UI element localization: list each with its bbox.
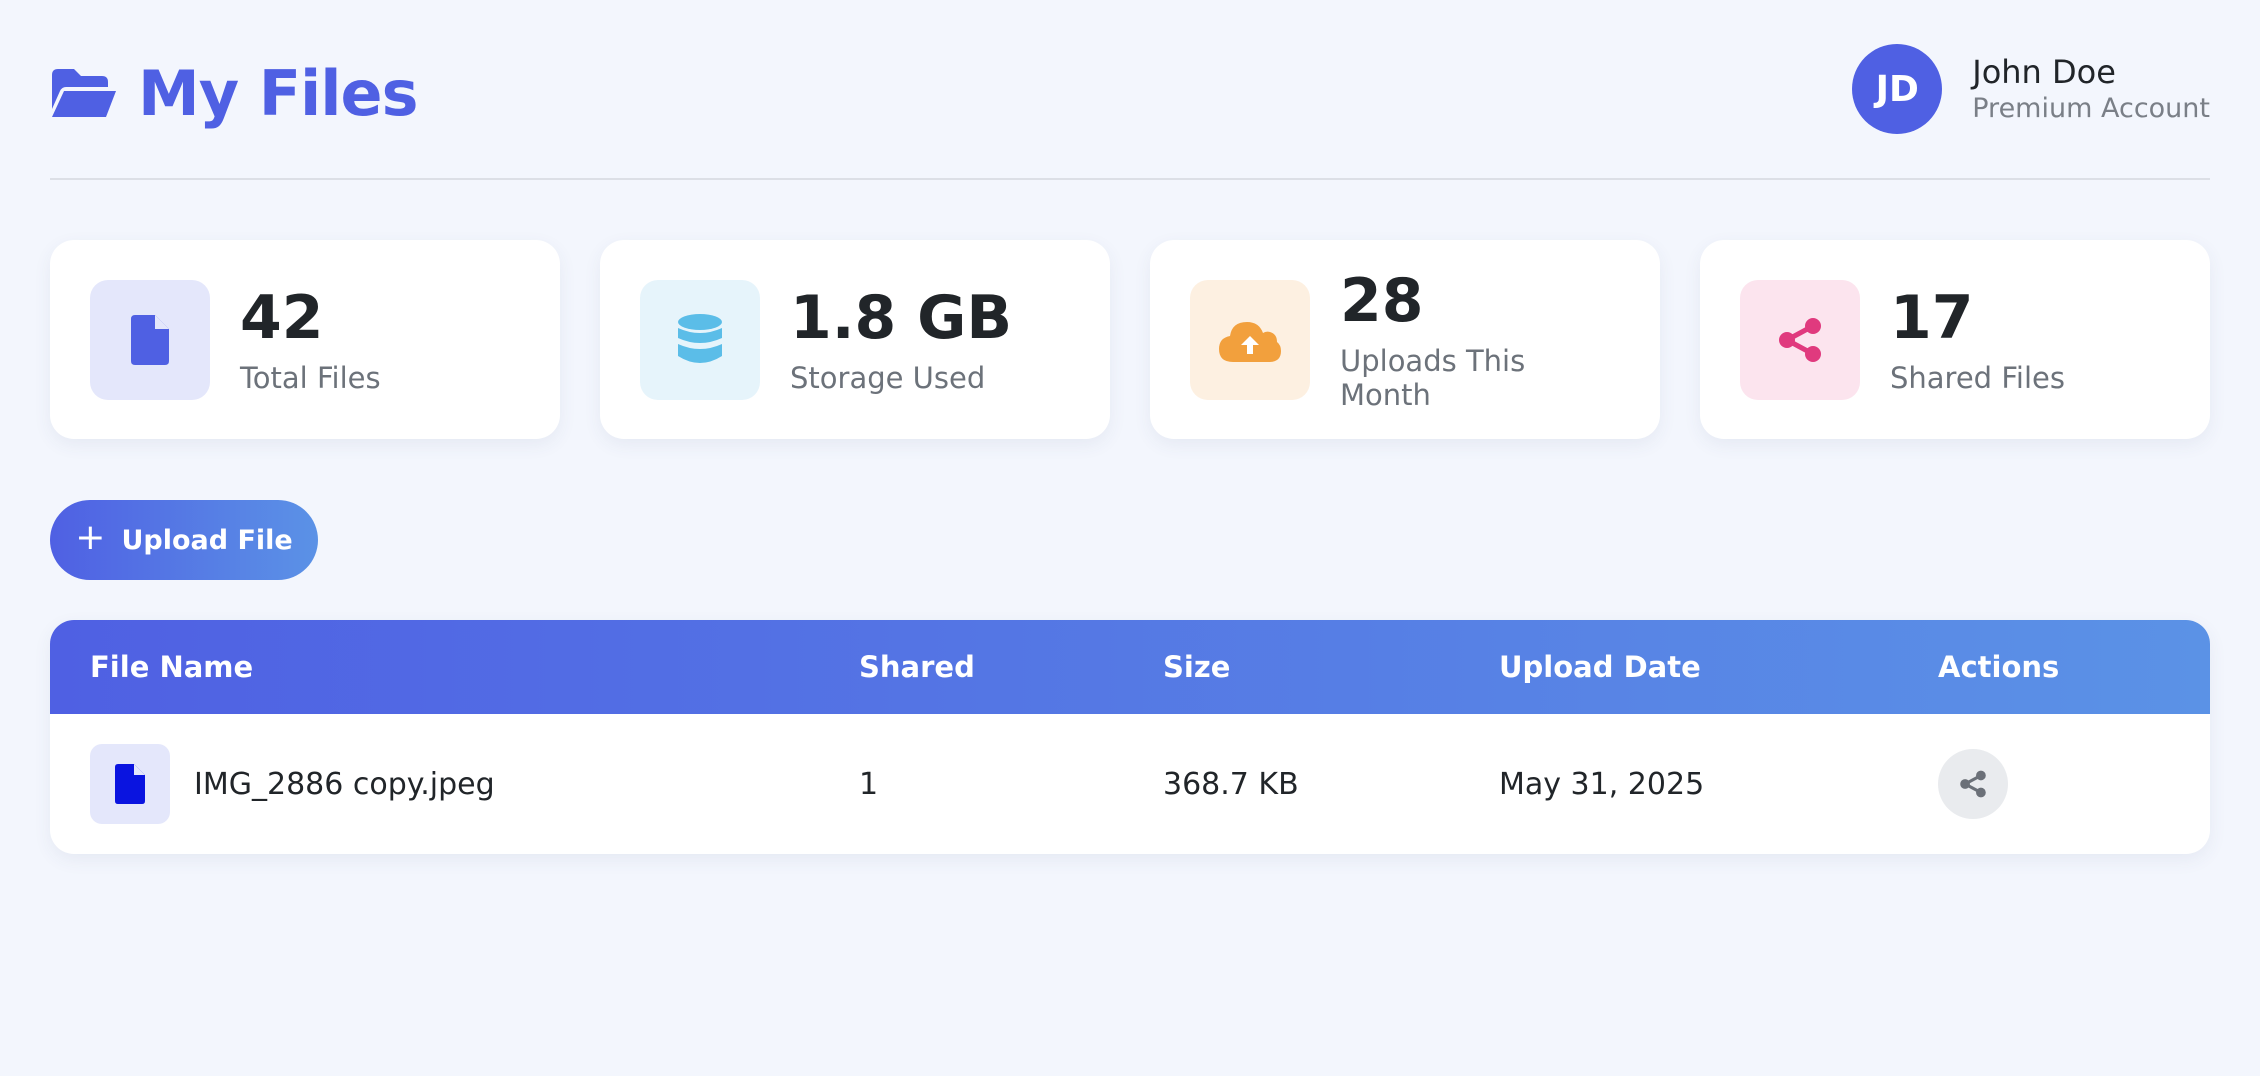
file-size: 368.7 KB (1163, 766, 1299, 802)
stat-text: 1.8 GB Storage Used (790, 285, 1012, 395)
table-header: File Name Shared Size Upload Date Action… (50, 620, 2210, 714)
stat-value: 17 (1890, 282, 1974, 353)
file-name-cell[interactable]: IMG_2886 copy.jpeg (90, 744, 859, 824)
folder-open-icon (52, 69, 116, 117)
plus-icon: + (75, 517, 106, 558)
user-name: John Doe (1972, 53, 2116, 91)
shared-count: 1 (859, 766, 879, 802)
stat-value: 42 (240, 282, 324, 353)
upload-button-label: Upload File (121, 524, 293, 556)
actions-cell (1938, 749, 2210, 819)
stat-label: Uploads This Month (1340, 343, 1526, 412)
upload-date: May 31, 2025 (1499, 766, 1705, 802)
header: My Files JD John Doe Premium Account (50, 0, 2210, 180)
stat-text: 42 Total Files (240, 285, 381, 395)
brand: My Files (50, 49, 419, 130)
column-header-upload-date[interactable]: Upload Date (1499, 650, 1938, 684)
user-profile[interactable]: JD John Doe Premium Account (1852, 44, 2210, 134)
column-header-actions: Actions (1938, 650, 2060, 684)
database-icon (678, 313, 722, 363)
page-title: My Files (138, 56, 419, 130)
cloud-upload-icon (1219, 321, 1281, 362)
stat-icon-box (1740, 279, 1860, 400)
share-file-button[interactable] (1938, 749, 2008, 819)
user-plan: Premium Account (1972, 93, 2210, 124)
stat-value: 1.8 GB (790, 282, 1013, 353)
avatar[interactable]: JD (1852, 44, 1943, 134)
stats-row: 42 Total Files 1.8 GB Storage Used 28 Up… (50, 240, 2210, 439)
page: My Files JD John Doe Premium Account 42 … (0, 0, 2260, 1076)
stat-card-uploads-this-month: 28 Uploads This Month (1150, 240, 1660, 439)
table-row[interactable]: IMG_2886 copy.jpeg 1 368.7 KB May 31, 20… (50, 714, 2210, 854)
column-header-file-name[interactable]: File Name (90, 650, 859, 684)
stat-text: 28 Uploads This Month (1340, 268, 1620, 412)
file-icon (115, 764, 145, 804)
share-icon (1779, 317, 1821, 362)
stat-card-storage-used: 1.8 GB Storage Used (600, 240, 1110, 439)
stat-card-shared-files: 17 Shared Files (1700, 240, 2210, 439)
stat-label: Total Files (240, 360, 381, 395)
user-info: John Doe Premium Account (1972, 52, 2210, 126)
stat-icon-box (1190, 279, 1310, 400)
file-icon (131, 314, 169, 365)
stat-text: 17 Shared Files (1890, 285, 2065, 395)
stat-card-total-files: 42 Total Files (50, 240, 560, 439)
column-header-shared[interactable]: Shared (859, 650, 1163, 684)
stat-value: 28 (1340, 265, 1424, 336)
file-type-icon-box (90, 744, 170, 824)
upload-file-button[interactable]: + Upload File (50, 500, 318, 580)
stat-label: Shared Files (1890, 360, 2065, 395)
share-icon (1960, 770, 1986, 798)
column-header-size[interactable]: Size (1163, 650, 1499, 684)
file-name[interactable]: IMG_2886 copy.jpeg (194, 767, 495, 802)
stat-icon-box (640, 279, 760, 400)
stat-icon-box (90, 279, 210, 400)
stat-label: Storage Used (790, 360, 986, 395)
files-table: File Name Shared Size Upload Date Action… (50, 620, 2210, 854)
